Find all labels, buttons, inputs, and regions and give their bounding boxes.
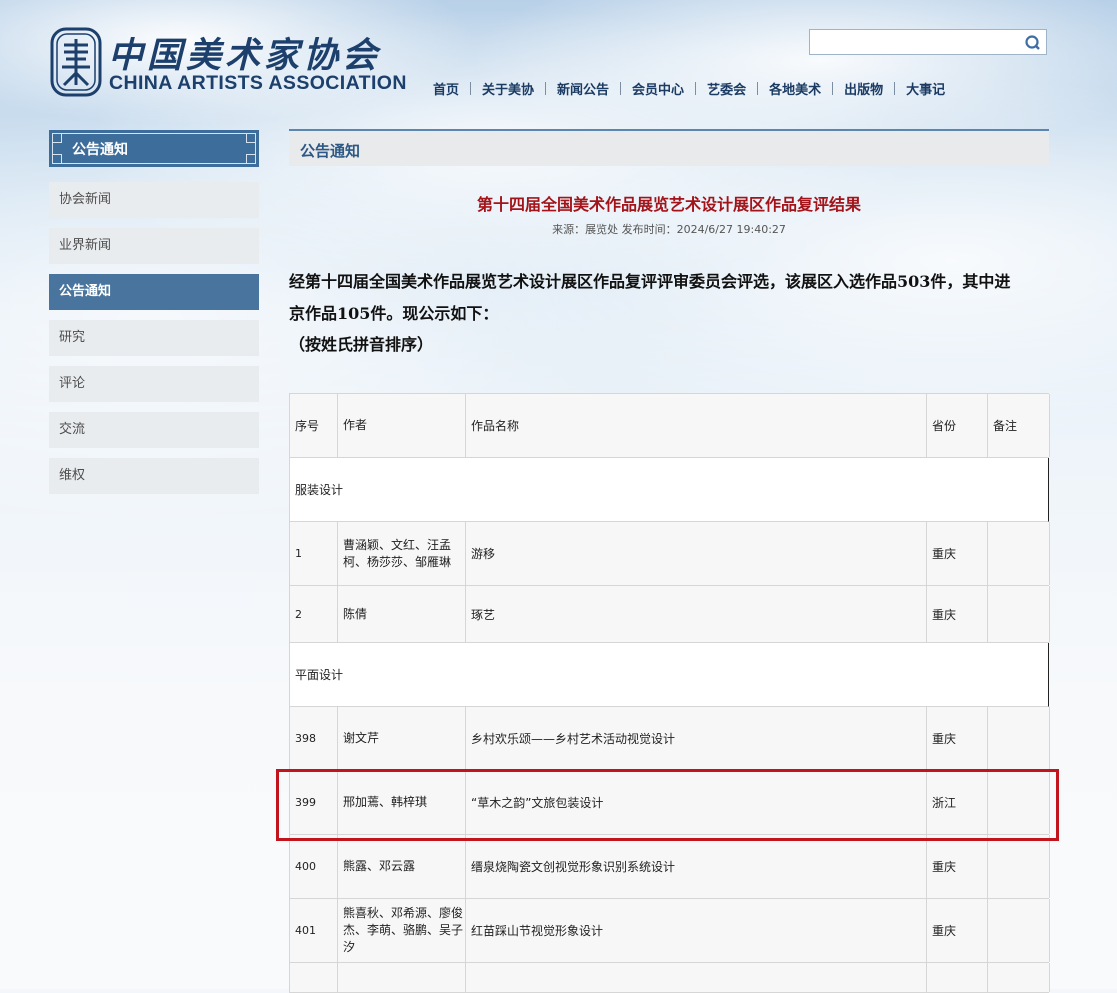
corner-ornament — [246, 133, 256, 143]
article-body: 经第十四届全国美术作品展览艺术设计展区作品复评评审委员会评选，该展区入选作品50… — [289, 266, 1051, 361]
cell-province: 重庆 — [927, 586, 988, 642]
nav-regional-art[interactable]: 各地美术 — [769, 79, 821, 98]
table-row: 399 邢加蔫、韩梓琪 “草木之韵”文旅包装设计 浙江 — [289, 771, 1050, 835]
cell-no: 399 — [290, 771, 338, 834]
cell-note — [988, 586, 1050, 642]
section-label: 平面设计 — [295, 668, 344, 682]
cell-province: 重庆 — [927, 707, 988, 770]
header-no: 序号 — [290, 394, 338, 457]
cell-province: 重庆 — [927, 835, 988, 898]
cell-author: 熊露、邓云露 — [338, 835, 466, 898]
nav-members[interactable]: 会员中心 — [632, 79, 684, 98]
nav-publications[interactable]: 出版物 — [844, 79, 883, 98]
cell-note — [988, 963, 1050, 992]
cell-work: “草木之韵”文旅包装设计 — [466, 771, 927, 834]
sidebar-item-reviews[interactable]: 评论 — [49, 366, 259, 402]
table-row: 398 谢文芹 乡村欢乐颂——乡村艺术活动视觉设计 重庆 — [289, 707, 1050, 771]
nav-chronicle[interactable]: 大事记 — [906, 79, 945, 98]
cell-no: 1 — [290, 522, 338, 585]
corner-ornament — [52, 133, 62, 143]
cell-province: 浙江 — [927, 771, 988, 834]
logo-english-text: CHINA ARTISTS ASSOCIATION — [109, 72, 407, 94]
search-box — [809, 29, 1047, 55]
corner-ornament — [52, 154, 62, 164]
cell-note — [988, 771, 1050, 834]
nav-news[interactable]: 新闻公告 — [557, 79, 609, 98]
sidebar-item-research[interactable]: 研究 — [49, 320, 259, 356]
nav-divider — [695, 81, 697, 95]
logo-chinese-text: 中国美术家协会 — [108, 35, 382, 76]
section-header: 公告通知 — [289, 129, 1049, 166]
header-province: 省份 — [927, 394, 988, 457]
sidebar-item-exchange[interactable]: 交流 — [49, 412, 259, 448]
cell-note — [988, 899, 1050, 962]
emblem-icon — [50, 27, 102, 97]
sidebar-item-industry-news[interactable]: 业界新闻 — [49, 228, 259, 264]
sidebar-item-association-news[interactable]: 协会新闻 — [49, 182, 259, 218]
cell-work — [466, 963, 927, 992]
cell-work: 红苗踩山节视觉形象设计 — [466, 899, 927, 962]
header-author: 作者 — [338, 394, 466, 457]
table-row: 1 曹涵颖、文红、汪孟柯、杨莎莎、邹雁琳 游移 重庆 — [289, 522, 1050, 586]
nav-divider — [545, 81, 547, 95]
table-row: 2 陈倩 琢艺 重庆 — [289, 586, 1050, 643]
cell-no: 398 — [290, 707, 338, 770]
nav-divider — [470, 81, 472, 95]
cell-province — [927, 963, 988, 992]
article-paragraph: 经第十四届全国美术作品展览艺术设计展区作品复评评审委员会评选，该展区入选作品50… — [289, 272, 1011, 291]
nav-divider — [832, 81, 834, 95]
cell-note — [988, 522, 1050, 585]
cell-author: 熊喜秋、邓希源、廖俊杰、李萌、骆鹏、吴子汐 — [338, 899, 466, 962]
article-meta: 来源：展览处 发布时间：2024/6/27 19:40:27 — [552, 223, 786, 236]
nav-home[interactable]: 首页 — [433, 79, 459, 98]
sidebar-header: 公告通知 — [49, 130, 259, 167]
search-icon[interactable] — [1023, 33, 1043, 53]
corner-ornament — [246, 154, 256, 164]
cell-note — [988, 707, 1050, 770]
sidebar-item-announcements[interactable]: 公告通知 — [49, 274, 259, 310]
nav-divider — [894, 81, 896, 95]
nav-divider — [757, 81, 759, 95]
nav-art-committee[interactable]: 艺委会 — [707, 79, 746, 98]
article-paragraph: 京作品105件。现公示如下： — [289, 303, 499, 323]
article-note: （按姓氏拼音排序） — [289, 335, 434, 354]
table-header-row: 序号 作者 作品名称 省份 备注 — [289, 393, 1050, 458]
table-row: 401 熊喜秋、邓希源、廖俊杰、李萌、骆鹏、吴子汐 红苗踩山节视觉形象设计 重庆 — [289, 899, 1050, 963]
sidebar-title: 公告通知 — [72, 142, 128, 158]
cell-no: 400 — [290, 835, 338, 898]
main-nav: 首页 关于美协 新闻公告 会员中心 艺委会 各地美术 出版物 大事记 — [433, 78, 945, 98]
nav-divider — [620, 81, 622, 95]
table-section-row: 服装设计 — [289, 458, 1049, 522]
table-row: 400 熊露、邓云露 缙泉烧陶瓷文创视觉形象识别系统设计 重庆 — [289, 835, 1050, 899]
table-section-row: 平面设计 — [289, 643, 1049, 707]
section-label: 服装设计 — [295, 483, 344, 497]
cell-note — [988, 835, 1050, 898]
cell-author — [338, 963, 466, 992]
cell-no — [290, 963, 338, 992]
cell-author: 邢加蔫、韩梓琪 — [338, 771, 466, 834]
cell-no: 2 — [290, 586, 338, 642]
cell-province: 重庆 — [927, 899, 988, 962]
sidebar-item-rights[interactable]: 维权 — [49, 458, 259, 494]
header-note: 备注 — [988, 394, 1050, 457]
header-work: 作品名称 — [466, 394, 927, 457]
cell-author: 陈倩 — [338, 586, 466, 642]
cell-work: 琢艺 — [466, 586, 927, 642]
cell-province: 重庆 — [927, 522, 988, 585]
cell-author: 曹涵颖、文红、汪孟柯、杨莎莎、邹雁琳 — [338, 522, 466, 585]
section-title: 公告通知 — [300, 142, 361, 160]
cell-author: 谢文芹 — [338, 707, 466, 770]
site-logo[interactable]: 中国美术家协会 CHINA ARTISTS ASSOCIATION — [50, 25, 410, 100]
search-input[interactable] — [814, 31, 1023, 55]
cell-work: 乡村欢乐颂——乡村艺术活动视觉设计 — [466, 707, 927, 770]
nav-about[interactable]: 关于美协 — [482, 79, 534, 98]
article-title: 第十四届全国美术作品展览艺术设计展区作品复评结果 — [476, 195, 861, 214]
cell-no: 401 — [290, 899, 338, 962]
cell-work: 游移 — [466, 522, 927, 585]
cell-work: 缙泉烧陶瓷文创视觉形象识别系统设计 — [466, 835, 927, 898]
